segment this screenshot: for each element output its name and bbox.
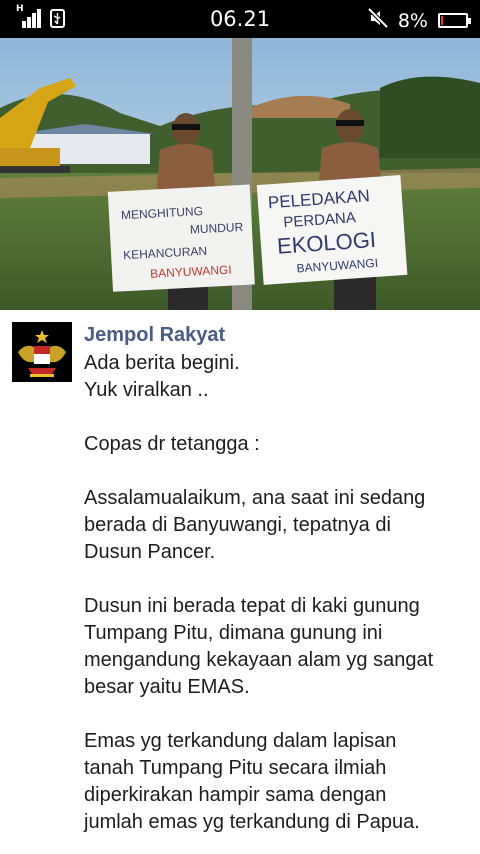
mute-icon [367,7,389,33]
post-text-line: Copas dr tetangga : [84,433,260,455]
post-text-line: jumlah emas yg terkandung di Papua. [84,811,420,833]
battery-percent: 8% [397,9,428,32]
avatar[interactable] [12,322,72,382]
post-text-line: tanah Tumpang Pitu secara ilmiah [84,757,387,779]
status-bar: H 06.21 8% [0,0,480,38]
post-photo[interactable]: MENGHITUNG MUNDUR KEHANCURAN BANYUWANGI … [0,38,480,310]
battery-level [441,16,443,25]
post-text-line: besar yaitu EMAS. [84,676,250,698]
post-text-line: Dusun Pancer. [84,541,216,563]
post-body: Ada berita begini. Yuk viralkan .. Copas d… [84,350,469,836]
post-text-line: Yuk viralkan .. [84,379,209,401]
status-right-icons: 8% [367,7,471,33]
post-author[interactable]: Jempol Rakyat [84,324,225,347]
post-text-line: berada di Banyuwangi, tepatnya di [84,514,391,536]
eagle-emblem-icon [12,322,72,382]
post-text-line [84,404,469,431]
post-text-line [84,458,469,485]
post-text-line: Ada berita begini. [84,352,240,374]
post-text-line: Emas yg terkandung dalam lapisan [84,730,397,752]
post-text-line: Tumpang Pitu, dimana gunung ini [84,622,383,644]
post-text-line: Dusun ini berada tepat di kaki gunung [84,595,420,617]
post-text-line: mengandung kekayaan alam yg sangat [84,649,434,671]
post-card: Jempol Rakyat Ada berita begini. Yuk vira… [0,310,480,854]
post-text-line [84,701,469,728]
post-text-line: diperkirakan hampir sama dengan [84,784,387,806]
post-text-line: Assalamualaikum, ana saat ini sedang [84,487,426,509]
sign-left-line-2: MUNDUR [190,220,244,237]
post-text-line [84,566,469,593]
battery-icon [438,13,471,28]
